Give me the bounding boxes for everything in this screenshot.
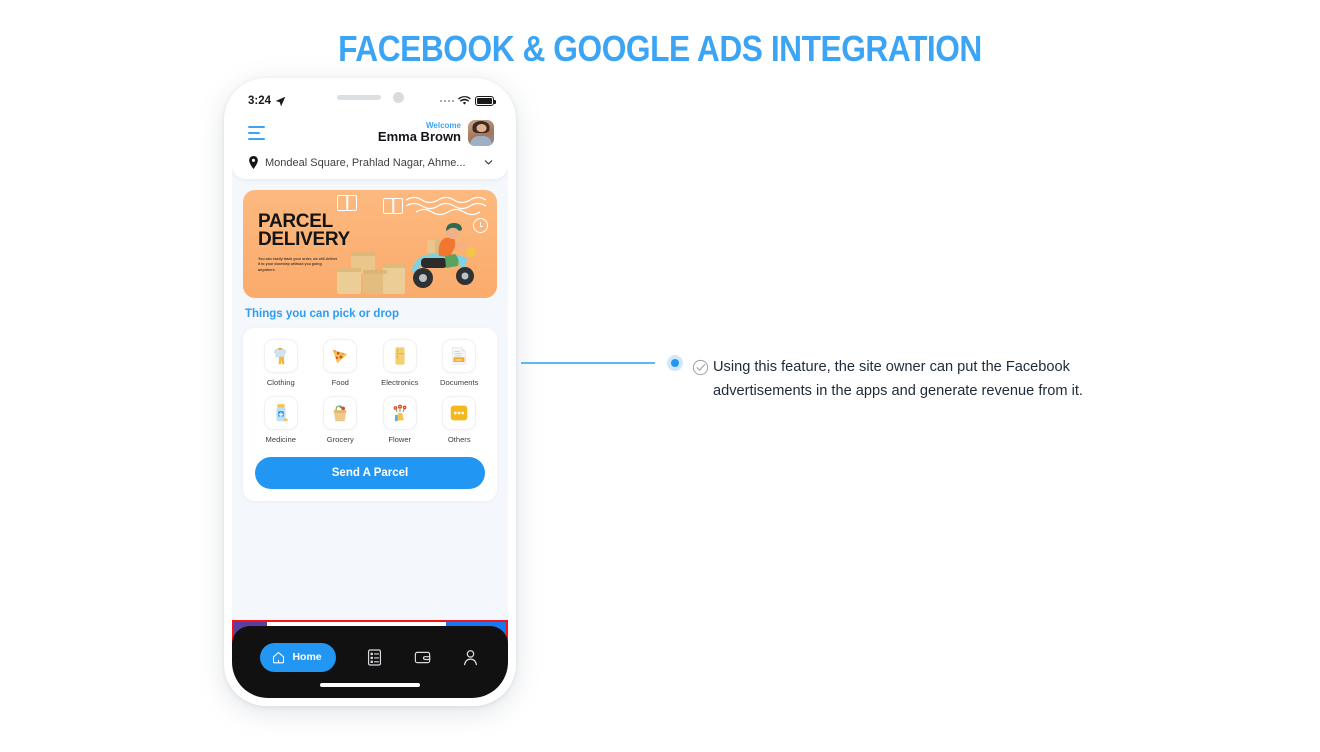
- parcel-box-outline-icon: [383, 198, 403, 214]
- page-root: FACEBOOK & GOOGLE ADS INTEGRATION 3:24 W…: [0, 0, 1320, 752]
- category-label: Grocery: [326, 435, 354, 444]
- category-label: Medicine: [265, 435, 296, 444]
- app-scroll-body: PARCEL DELIVERY You can easily track you…: [232, 190, 508, 656]
- orders-list-icon[interactable]: [365, 648, 384, 667]
- category-item-flower[interactable]: Flower: [370, 396, 430, 444]
- category-item-clothing[interactable]: Clothing: [251, 339, 311, 387]
- category-label: Food: [331, 378, 349, 387]
- banner-title: PARCEL DELIVERY: [258, 212, 350, 250]
- category-item-others[interactable]: Others: [430, 396, 490, 444]
- avatar-hair: [472, 121, 490, 133]
- parcel-boxes-illustration: [337, 252, 405, 294]
- document-icon: DOC: [442, 339, 477, 373]
- avatar[interactable]: [468, 120, 494, 146]
- category-label: Electronics: [381, 378, 419, 387]
- chevron-down-icon[interactable]: [483, 157, 494, 168]
- user-name: Emma Brown: [377, 129, 461, 145]
- user-greeting-block[interactable]: Welcome Emma Brown: [378, 120, 494, 146]
- category-item-medicine[interactable]: Medicine: [251, 396, 311, 444]
- app-header: Welcome Emma Brown Mondeal Square, Prahl…: [232, 112, 508, 179]
- category-item-electronics[interactable]: Electronics: [370, 339, 430, 387]
- flower-bouquet-icon: [382, 396, 417, 430]
- phone-mockup: 3:24 Welcome Emma Brown Mondeal Square, …: [224, 78, 516, 706]
- svg-text:DOC: DOC: [456, 358, 464, 362]
- status-time: 3:24: [248, 95, 272, 107]
- categories-grid: Clothing Food Electronics DOC Documents …: [251, 339, 489, 444]
- app-header-top: Welcome Emma Brown: [248, 116, 494, 150]
- wifi-icon: [458, 96, 471, 105]
- front-camera: [392, 91, 404, 103]
- banner-subtitle: You can easily track your order, we will…: [258, 257, 338, 272]
- medicine-bottle-icon: [263, 396, 298, 430]
- category-label: Documents: [440, 378, 479, 387]
- signal-dots-icon: [439, 99, 454, 103]
- page-title: FACEBOOK & GOOGLE ADS INTEGRATION: [338, 28, 982, 69]
- status-bar-left: 3:24: [248, 95, 286, 107]
- check-circle-icon: [692, 359, 709, 376]
- map-pin-icon: [249, 156, 258, 169]
- promo-banner[interactable]: PARCEL DELIVERY You can easily track you…: [243, 190, 497, 298]
- hamburger-menu-icon[interactable]: [248, 124, 265, 143]
- clock-icon[interactable]: [473, 218, 488, 233]
- battery-full-icon: [475, 96, 496, 106]
- home-indicator: [320, 683, 420, 687]
- user-text: Welcome Emma Brown: [378, 121, 461, 145]
- category-item-documents[interactable]: DOC Documents: [430, 339, 490, 387]
- clothing-icon: [263, 339, 298, 373]
- avatar-body: [470, 136, 492, 146]
- category-item-food[interactable]: Food: [311, 339, 371, 387]
- annotation-text: Using this feature, the site owner can p…: [713, 359, 1083, 399]
- profile-person-icon[interactable]: [461, 648, 480, 667]
- speed-waves-decoration: [405, 196, 487, 216]
- location-text: Mondeal Square, Prahlad Nagar, Ahme...: [265, 156, 466, 169]
- phone-notch: [309, 86, 431, 108]
- nav-item-home[interactable]: Home: [260, 642, 336, 672]
- grocery-bag-icon: [323, 396, 358, 430]
- categories-card: Clothing Food Electronics DOC Documents …: [243, 328, 497, 501]
- location-arrow-icon: [275, 96, 286, 106]
- section-title: Things you can pick or drop: [245, 308, 399, 320]
- ellipsis-icon: [442, 396, 477, 430]
- annotation-connector-line: [521, 362, 655, 364]
- status-bar-right: [439, 96, 496, 106]
- category-label: Flower: [388, 435, 412, 444]
- blue-dot-marker: [667, 355, 683, 371]
- send-a-parcel-button[interactable]: Send A Parcel: [255, 457, 485, 489]
- phone-screen: 3:24 Welcome Emma Brown Mondeal Square, …: [232, 86, 508, 698]
- nav-home-label: Home: [292, 651, 322, 663]
- category-label: Clothing: [266, 378, 295, 387]
- parcel-box-outline-icon: [337, 195, 357, 211]
- wallet-icon[interactable]: [413, 648, 432, 667]
- location-selector[interactable]: Mondeal Square, Prahlad Nagar, Ahme...: [248, 156, 494, 169]
- earpiece-speaker: [336, 94, 381, 100]
- category-item-grocery[interactable]: Grocery: [311, 396, 371, 444]
- delivery-scooter-illustration: [412, 223, 476, 288]
- refrigerator-icon: [382, 339, 417, 373]
- category-label: Others: [447, 435, 471, 444]
- pizza-icon: [323, 339, 358, 373]
- bottom-nav-items: Home: [232, 626, 508, 678]
- bottom-navigation-bar: Home: [232, 626, 508, 698]
- home-icon: [273, 651, 285, 663]
